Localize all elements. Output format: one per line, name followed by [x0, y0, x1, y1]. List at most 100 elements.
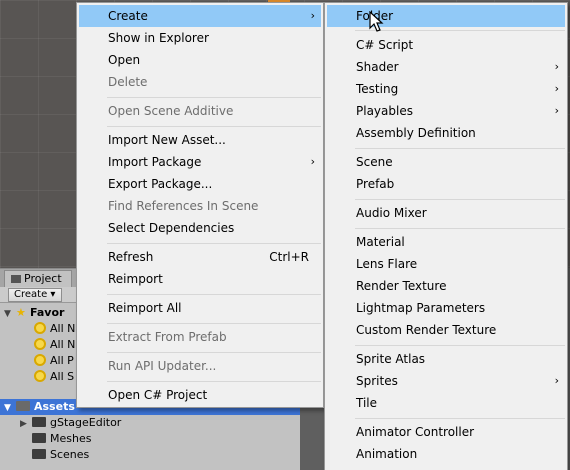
favorites-label: Favor — [30, 306, 65, 319]
submenu-arrow-icon: › — [554, 60, 559, 73]
mouse-cursor-icon — [369, 11, 384, 32]
menu-item-animator-controller[interactable]: Animator Controller — [327, 421, 565, 443]
menu-item-label: Audio Mixer — [356, 206, 427, 220]
submenu-arrow-icon: › — [310, 155, 315, 168]
menu-item-label: Extract From Prefab — [108, 330, 227, 344]
menu-separator — [107, 352, 321, 353]
menu-item-label: Import Package — [108, 155, 202, 169]
menu-item-extract-from-prefab: Extract From Prefab — [79, 326, 321, 348]
menu-item-export-package[interactable]: Export Package... — [79, 173, 321, 195]
menu-item-custom-render-texture[interactable]: Custom Render Texture — [327, 319, 565, 341]
menu-item-label: Material — [356, 235, 405, 249]
collapse-arrow-icon[interactable]: ▼ — [4, 306, 16, 322]
menu-separator — [355, 199, 565, 200]
menu-item-tile[interactable]: Tile — [327, 392, 565, 414]
menu-separator — [107, 126, 321, 127]
menu-item-label: Shader — [356, 60, 399, 74]
menu-item-label: Assembly Definition — [356, 126, 476, 140]
project-tab-icon — [11, 275, 21, 283]
asset-folder-row[interactable]: Meshes — [0, 431, 300, 447]
menu-item-shader[interactable]: Shader › — [327, 56, 565, 78]
menu-item-prefab[interactable]: Prefab — [327, 173, 565, 195]
menu-separator — [107, 294, 321, 295]
menu-item-import-new-asset[interactable]: Import New Asset... — [79, 129, 321, 151]
search-filter-icon — [34, 338, 46, 350]
menu-item-csharp-script[interactable]: C# Script — [327, 34, 565, 56]
asset-folder-label: Scenes — [50, 448, 90, 461]
submenu-arrow-icon: › — [554, 374, 559, 387]
favorite-item-label: All N — [50, 338, 76, 351]
menu-item-select-dependencies[interactable]: Select Dependencies — [79, 217, 321, 239]
menu-item-label: Import New Asset... — [108, 133, 226, 147]
menu-item-create[interactable]: Create › — [79, 5, 321, 27]
menu-item-sprite-atlas[interactable]: Sprite Atlas — [327, 348, 565, 370]
menu-item-open-csharp-project[interactable]: Open C# Project — [79, 384, 321, 406]
asset-folder-row[interactable]: ▶ gStageEditor — [0, 415, 300, 431]
search-filter-icon — [34, 354, 46, 366]
assets-label: Assets — [34, 400, 75, 413]
submenu-arrow-icon: › — [554, 104, 559, 117]
menu-item-label: Find References In Scene — [108, 199, 259, 213]
menu-item-lightmap-parameters[interactable]: Lightmap Parameters — [327, 297, 565, 319]
menu-item-reimport-all[interactable]: Reimport All — [79, 297, 321, 319]
menu-item-run-api-updater: Run API Updater... — [79, 355, 321, 377]
menu-item-show-in-explorer[interactable]: Show in Explorer — [79, 27, 321, 49]
menu-separator — [107, 381, 321, 382]
submenu-arrow-icon: › — [310, 9, 315, 22]
menu-item-label: Sprite Atlas — [356, 352, 426, 366]
menu-item-assembly-definition[interactable]: Assembly Definition — [327, 122, 565, 144]
menu-item-lens-flare[interactable]: Lens Flare — [327, 253, 565, 275]
menu-item-label: Select Dependencies — [108, 221, 235, 235]
menu-item-label: Scene — [356, 155, 393, 169]
asset-folder-label: Meshes — [50, 432, 92, 445]
menu-item-open-scene-additive: Open Scene Additive — [79, 100, 321, 122]
tab-project[interactable]: Project — [4, 270, 72, 287]
folder-icon — [16, 401, 30, 411]
menu-separator — [355, 228, 565, 229]
menu-item-label: Playables — [356, 104, 413, 118]
menu-item-open[interactable]: Open — [79, 49, 321, 71]
menu-item-label: Testing — [356, 82, 399, 96]
search-filter-icon — [34, 322, 46, 334]
favorite-item-label: All S — [50, 370, 75, 383]
menu-item-label: Open — [108, 53, 141, 67]
menu-item-label: Reimport All — [108, 301, 182, 315]
menu-item-refresh[interactable]: Refresh Ctrl+R — [79, 246, 321, 268]
menu-item-find-references: Find References In Scene — [79, 195, 321, 217]
menu-item-delete: Delete — [79, 71, 321, 93]
menu-item-label: Tile — [356, 396, 378, 410]
menu-item-label: Lightmap Parameters — [356, 301, 486, 315]
create-dropdown-button[interactable]: Create ▾ — [8, 288, 62, 302]
menu-separator — [355, 345, 565, 346]
menu-item-label: Animation — [356, 447, 418, 461]
menu-item-reimport[interactable]: Reimport — [79, 268, 321, 290]
folder-icon — [32, 433, 46, 443]
create-submenu: Folder C# Script Shader › Testing › Playab… — [324, 2, 568, 470]
menu-separator — [355, 418, 565, 419]
menu-item-material[interactable]: Material — [327, 231, 565, 253]
context-menu: Create › Show in Explorer Open Delete Ope… — [76, 2, 324, 408]
menu-item-sprites[interactable]: Sprites › — [327, 370, 565, 392]
menu-separator — [355, 30, 565, 31]
asset-folder-label: gStageEditor — [50, 416, 122, 429]
menu-item-label: Lens Flare — [356, 257, 418, 271]
menu-item-playables[interactable]: Playables › — [327, 100, 565, 122]
menu-item-audio-mixer[interactable]: Audio Mixer — [327, 202, 565, 224]
menu-separator — [107, 243, 321, 244]
menu-item-label: Export Package... — [108, 177, 213, 191]
menu-separator — [355, 148, 565, 149]
menu-item-testing[interactable]: Testing › — [327, 78, 565, 100]
search-filter-icon — [34, 370, 46, 382]
collapse-arrow-icon[interactable]: ▼ — [4, 400, 16, 416]
menu-item-scene[interactable]: Scene — [327, 151, 565, 173]
asset-folder-row[interactable]: Scenes — [0, 447, 300, 463]
star-icon: ★ — [16, 306, 26, 319]
menu-item-label: Sprites — [356, 374, 398, 388]
expand-arrow-icon[interactable]: ▶ — [20, 416, 32, 432]
menu-item-render-texture[interactable]: Render Texture — [327, 275, 565, 297]
menu-item-import-package[interactable]: Import Package › — [79, 151, 321, 173]
menu-item-animation[interactable]: Animation — [327, 443, 565, 465]
menu-item-label: Prefab — [356, 177, 395, 191]
menu-item-folder[interactable]: Folder — [327, 5, 565, 27]
menu-separator — [107, 323, 321, 324]
